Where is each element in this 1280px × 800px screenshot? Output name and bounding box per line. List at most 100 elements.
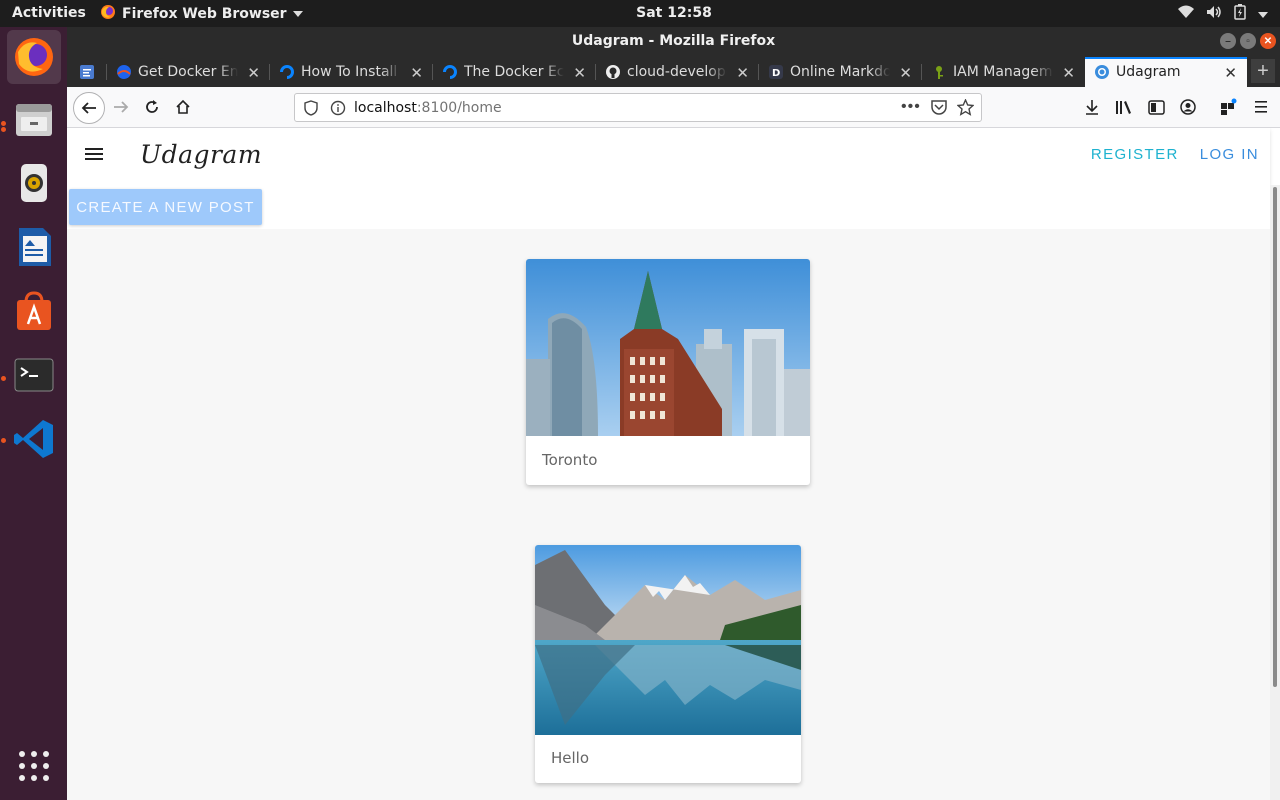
document-writer-icon	[19, 228, 51, 266]
tab-docker-eco[interactable]: The Docker Eco ✕	[433, 57, 596, 87]
feed-list: Toronto Hello	[67, 229, 1270, 800]
sidebar-icon	[1147, 99, 1165, 115]
volume-icon	[1206, 5, 1222, 23]
firefox-window: Udagram - Mozilla Firefox – ▫ ✕ Get Dock…	[67, 27, 1280, 800]
info-icon[interactable]	[330, 100, 346, 121]
arrow-right-icon	[114, 101, 129, 113]
dillinger-icon: D	[768, 64, 784, 80]
aws-iam-icon	[931, 64, 947, 80]
tab-iam-management[interactable]: IAM Manageme ✕	[922, 57, 1085, 87]
create-post-button[interactable]: CREATE A NEW POST	[69, 189, 262, 225]
app-header: Udagram REGISTER LOG IN	[67, 128, 1270, 185]
vscode-icon	[14, 420, 53, 458]
close-tab-icon[interactable]: ✕	[247, 64, 260, 82]
arrow-left-icon	[81, 102, 96, 114]
dock-vscode[interactable]	[7, 412, 61, 466]
tab-pinned[interactable]	[67, 57, 107, 87]
clock[interactable]: Sat 12:58	[0, 5, 1280, 21]
mountain-lake-photo	[535, 545, 801, 735]
feed-item-caption: Toronto	[542, 451, 598, 469]
close-tab-icon[interactable]: ✕	[736, 64, 749, 82]
page-actions-icon[interactable]: •••	[901, 98, 921, 116]
tab-udagram[interactable]: Udagram ✕	[1085, 57, 1247, 87]
toronto-skyline-photo	[526, 259, 810, 436]
forward-button[interactable]	[107, 93, 135, 121]
show-applications-button[interactable]	[7, 739, 61, 793]
tab-online-markdown[interactable]: D Online Markdo ✕	[759, 57, 922, 87]
dock-terminal[interactable]	[7, 348, 61, 402]
tab-how-to-install[interactable]: How To Install a ✕	[270, 57, 433, 87]
maximize-button[interactable]: ▫	[1240, 33, 1256, 49]
feed-item[interactable]: Hello	[535, 545, 801, 783]
terminal-icon	[14, 358, 54, 392]
account-icon	[1180, 99, 1196, 115]
system-tray[interactable]	[1178, 4, 1268, 24]
account-button[interactable]	[1174, 93, 1202, 121]
running-indicator	[1, 376, 6, 381]
dock-rhythmbox[interactable]	[7, 156, 61, 210]
close-window-button[interactable]: ✕	[1260, 33, 1276, 49]
power-menu-chevron-icon	[1258, 6, 1268, 23]
tab-cloud-developer[interactable]: cloud-develope ✕	[596, 57, 759, 87]
extensions-icon	[1221, 98, 1237, 115]
page-scrollbar[interactable]	[1270, 185, 1280, 800]
window-titlebar[interactable]: Udagram - Mozilla Firefox – ▫ ✕	[67, 27, 1280, 57]
back-button[interactable]	[73, 92, 105, 124]
shield-icon[interactable]	[304, 100, 318, 121]
close-tab-icon[interactable]: ✕	[410, 64, 423, 82]
svg-text:D: D	[772, 68, 780, 79]
home-icon	[176, 99, 190, 114]
web-page: Udagram REGISTER LOG IN Toronto Hello CR…	[67, 128, 1280, 800]
close-tab-icon[interactable]: ✕	[1224, 64, 1237, 82]
tab-get-docker[interactable]: Get Docker Eng ✕	[107, 57, 270, 87]
sidebar-button[interactable]	[1142, 93, 1170, 121]
plus-icon: +	[1257, 59, 1269, 82]
running-indicator	[1, 127, 6, 132]
dock-writer[interactable]	[7, 220, 61, 274]
tab-label: How To Install a	[301, 64, 401, 80]
reload-button[interactable]	[138, 93, 166, 121]
home-button[interactable]	[169, 93, 197, 121]
url-path: :8100/home	[416, 100, 502, 116]
menu-toggle-button[interactable]	[84, 146, 106, 166]
bookmark-star-icon[interactable]	[956, 98, 975, 121]
close-tab-icon[interactable]: ✕	[573, 64, 586, 82]
library-button[interactable]	[1110, 93, 1138, 121]
navigation-toolbar: localhost:8100/home •••	[67, 87, 1280, 128]
feed-item-caption: Hello	[551, 749, 590, 767]
url-text[interactable]: localhost:8100/home	[354, 100, 502, 116]
close-tab-icon[interactable]: ✕	[1062, 64, 1075, 82]
minimize-button[interactable]: –	[1220, 33, 1236, 49]
wifi-icon	[1178, 5, 1194, 23]
dock-files[interactable]	[7, 93, 61, 147]
register-button[interactable]: REGISTER	[1091, 146, 1179, 163]
brand-logo[interactable]: Udagram	[140, 140, 262, 169]
downloads-button[interactable]	[1078, 93, 1106, 121]
tab-label: The Docker Eco	[464, 64, 564, 80]
window-title: Udagram - Mozilla Firefox	[571, 33, 776, 49]
digitalocean-icon	[279, 64, 295, 80]
close-tab-icon[interactable]: ✕	[899, 64, 912, 82]
battery-icon	[1234, 4, 1246, 24]
url-host: localhost	[354, 100, 417, 116]
reload-icon	[146, 100, 158, 113]
tab-bar: Get Docker Eng ✕ How To Install a ✕ The …	[67, 57, 1280, 87]
app-grid-icon	[19, 751, 49, 781]
running-indicator	[1, 438, 6, 443]
open-menu-button[interactable]	[1247, 93, 1275, 121]
scrollbar-thumb[interactable]	[1273, 187, 1277, 687]
udagram-icon	[1094, 64, 1110, 80]
hamburger-menu-icon	[1255, 101, 1267, 113]
tab-label: Udagram	[1116, 64, 1181, 80]
page-content: Toronto Hello CREATE A NEW POST	[67, 185, 1270, 800]
login-button[interactable]: LOG IN	[1200, 146, 1259, 163]
dock-software[interactable]	[7, 284, 61, 338]
pocket-icon[interactable]	[930, 99, 948, 121]
feed-item[interactable]: Toronto	[526, 259, 810, 485]
dock-firefox[interactable]	[7, 30, 61, 84]
extensions-button[interactable]	[1215, 93, 1243, 121]
tab-label: Get Docker Eng	[138, 64, 238, 80]
new-tab-button[interactable]: +	[1251, 59, 1275, 83]
tab-label: cloud-develope	[627, 64, 727, 80]
url-bar[interactable]: localhost:8100/home •••	[294, 93, 982, 122]
